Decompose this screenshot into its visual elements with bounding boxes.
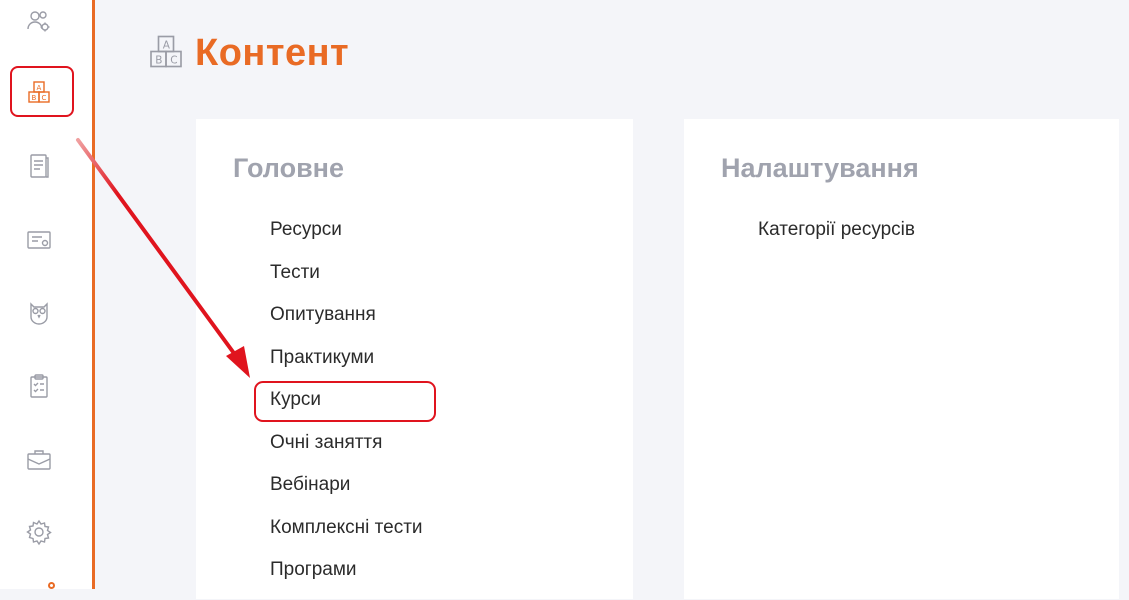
certificate-icon[interactable] <box>14 215 64 265</box>
owl-icon[interactable] <box>14 288 64 338</box>
notebook-icon[interactable] <box>14 141 64 191</box>
svg-text:B: B <box>155 55 162 67</box>
page-title: Контент <box>195 31 350 74</box>
card-title-settings: Налаштування <box>721 153 919 183</box>
abc-blocks-icon[interactable]: A B C <box>14 68 64 118</box>
svg-text:C: C <box>42 94 47 102</box>
menu-item-classes[interactable]: Очні заняття <box>270 430 423 473</box>
settings-menu: Категорії ресурсів <box>758 217 915 260</box>
svg-text:B: B <box>32 94 37 102</box>
clipboard-checklist-icon[interactable] <box>14 361 64 411</box>
partial-icon <box>48 582 55 589</box>
users-settings-icon[interactable] <box>14 0 64 46</box>
menu-item-webinars[interactable]: Вебінари <box>270 472 423 515</box>
briefcase-icon[interactable] <box>14 435 64 485</box>
menu-item-resources[interactable]: Ресурси <box>270 217 423 260</box>
courses-highlight-box <box>254 381 436 422</box>
card-title-main: Головне <box>233 153 344 183</box>
settings-card: Налаштування Категорії ресурсів <box>684 119 1119 599</box>
menu-item-tests[interactable]: Тести <box>270 260 423 303</box>
svg-text:A: A <box>163 40 171 52</box>
abc-blocks-icon: A B C <box>150 35 182 68</box>
menu-item-complex-tests[interactable]: Комплексні тести <box>270 515 423 558</box>
menu-item-resource-categories[interactable]: Категорії ресурсів <box>758 217 915 260</box>
svg-text:C: C <box>170 55 177 67</box>
main-card: Головне Ресурси Тести Опитування Практик… <box>196 119 633 599</box>
menu-item-programs[interactable]: Програми <box>270 557 423 600</box>
sidebar: A B C <box>0 0 95 589</box>
menu-item-surveys[interactable]: Опитування <box>270 302 423 345</box>
gear-icon[interactable] <box>14 507 64 557</box>
page-header: A B C Контент <box>145 28 349 78</box>
svg-text:A: A <box>37 84 42 92</box>
